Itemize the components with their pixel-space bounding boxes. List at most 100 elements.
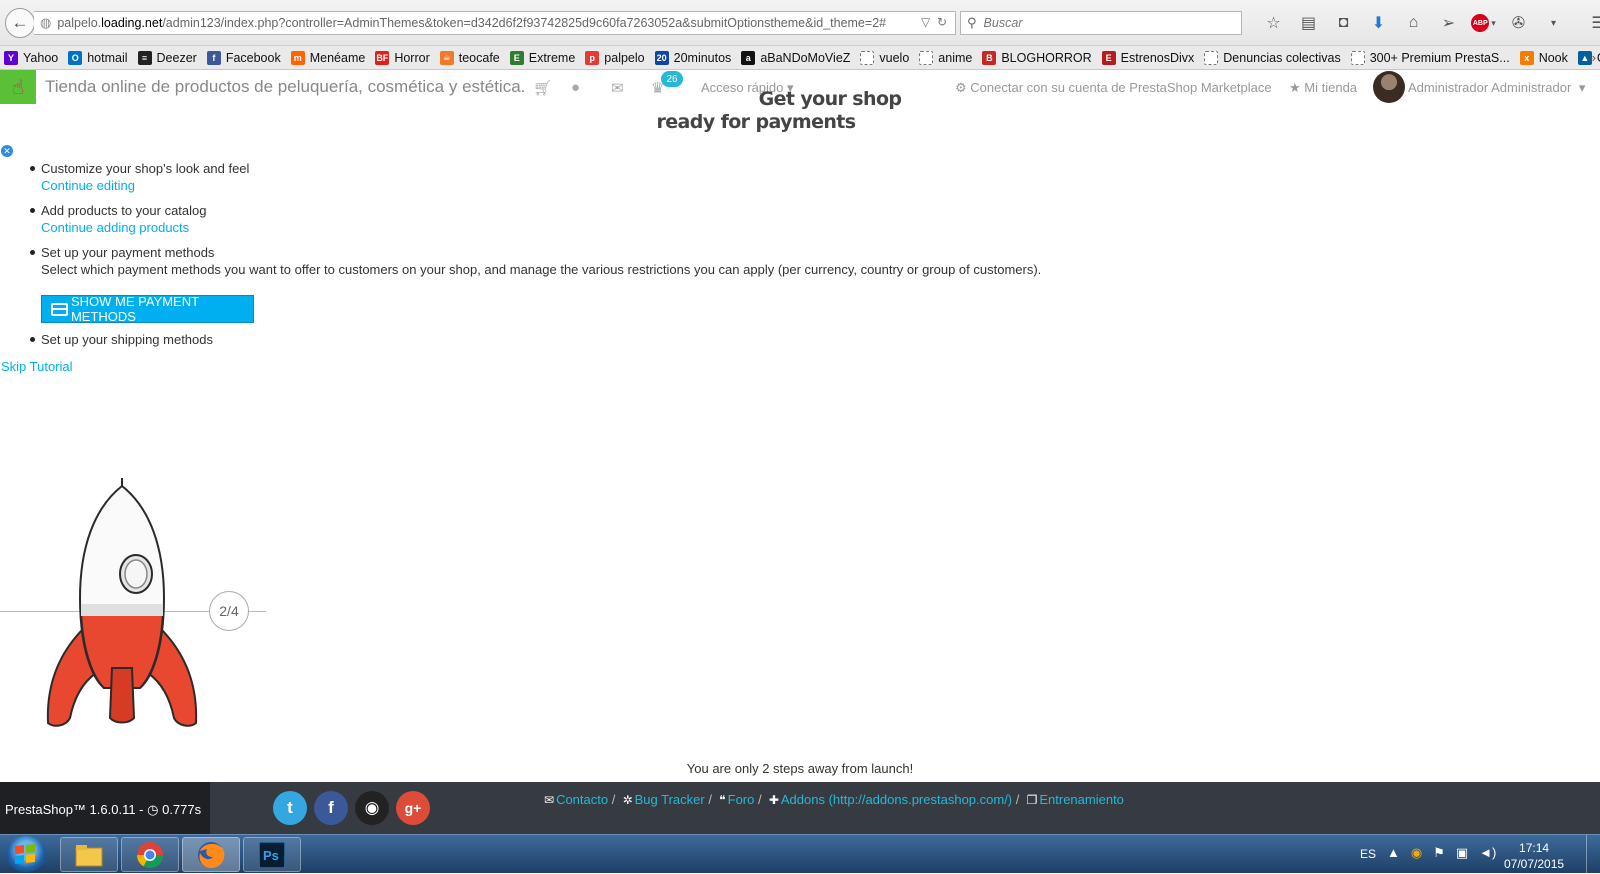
bookmark-label: 20minutos [673, 50, 732, 65]
back-button[interactable]: ← [5, 8, 35, 38]
bug-tracker-link[interactable]: Bug Tracker [635, 792, 705, 807]
outlook-icon: O [68, 50, 83, 65]
bookmark-item[interactable]: 300+ Premium PrestaS... [1350, 50, 1510, 65]
chrome-taskbar-button[interactable] [121, 837, 179, 872]
step-item: Customize your shop's look and feel Cont… [30, 160, 1130, 194]
windows-taskbar: Ps ES ▲ ◉ ⚑ ▣ ◄) 17:14 07/07/2015 [0, 834, 1600, 874]
chrome-icon [136, 841, 164, 868]
page-icon [919, 50, 934, 65]
bookmarks-bar: Y Yahoo Ohotmail ≡ Deezer f Facebook m Menéame BF… [0, 46, 1600, 70]
bookmark-item[interactable]: m Menéame [290, 50, 366, 65]
step-item: Set up your shipping methods [30, 331, 1130, 348]
show-desktop-button[interactable] [1586, 835, 1600, 874]
system-clock[interactable]: 17:14 07/07/2015 [1504, 840, 1564, 872]
caret-down-icon: ▾ [1578, 80, 1586, 95]
adblock-icon[interactable]: ABP ▾ [1466, 12, 1501, 34]
explorer-taskbar-button[interactable] [60, 837, 118, 872]
deezer-icon: ≡ [137, 50, 152, 65]
url-host: loading.net [101, 16, 163, 30]
title-line-2: ready for payments [656, 111, 856, 133]
close-icon[interactable]: ✕ [1, 145, 13, 157]
photoshop-taskbar-button[interactable]: Ps [243, 837, 301, 872]
addons-link[interactable]: Addons (http://addons.prestashop.com/) [781, 792, 1012, 807]
bookmarks-overflow-icon[interactable]: » [1589, 50, 1596, 65]
download-icon[interactable]: ⬇ [1361, 12, 1396, 34]
bookmark-item[interactable]: ≡ Deezer [137, 50, 197, 65]
bookmark-item[interactable]: f Facebook [206, 50, 281, 65]
avatar[interactable] [1373, 71, 1405, 103]
cart-icon[interactable]: 🛒︎ [533, 79, 552, 97]
reading-list-icon[interactable]: ▤ [1291, 12, 1326, 34]
onboarding-title: Get your shop ready for payments [656, 88, 940, 134]
credit-card-icon [51, 302, 68, 316]
bookmark-item[interactable]: a aBaNDoMoVieZ [741, 50, 851, 65]
my-shop-link[interactable]: ★ Mi tienda [1289, 80, 1357, 96]
button-label: SHOW ME PAYMENT METHODS [70, 294, 199, 324]
action-center-flag-icon[interactable]: ⚑ [1433, 845, 1445, 861]
bookmark-item[interactable]: anime [919, 50, 972, 65]
menu-icon[interactable]: ☰ [1581, 12, 1600, 34]
github-icon[interactable]: ◉ [355, 791, 389, 825]
firefox-taskbar-button[interactable] [182, 837, 240, 872]
admin-footer: PrestaShop™ 1.6.0.11 - ◷ 0.777s t f ◉ g+… [0, 782, 1600, 834]
url-path: /admin123/index.php?controller=AdminThem… [162, 16, 887, 30]
network-icon[interactable]: ▣ [1456, 845, 1468, 861]
bookmark-label: Deezer [156, 50, 197, 65]
skip-tutorial-link[interactable]: Skip Tutorial [1, 359, 73, 374]
user-icon[interactable]: ● [571, 79, 580, 96]
marketplace-link[interactable]: ⚙ Conectar con su cuenta de PrestaShop M… [955, 80, 1272, 96]
step-title: Set up your payment methods [41, 245, 215, 260]
step-title: Customize your shop's look and feel [41, 161, 250, 176]
rocket-icon [46, 478, 198, 727]
home-icon[interactable]: ⌂ [1396, 12, 1431, 34]
bookmark-item[interactable]: x Nook [1519, 50, 1568, 65]
onboarding-steps: Customize your shop's look and feel Cont… [30, 160, 1130, 348]
bookmark-item[interactable]: vuelo [860, 50, 909, 65]
pocket-icon[interactable]: ◘ [1326, 12, 1361, 34]
extension-icon[interactable]: ✇ [1501, 12, 1536, 34]
dropdown-history-icon[interactable]: ▽ [921, 15, 930, 29]
avast-icon[interactable]: ◉ [1411, 845, 1422, 861]
forum-link[interactable]: Foro [728, 792, 755, 807]
bookmark-label: Extreme [528, 50, 576, 65]
language-indicator[interactable]: ES [1360, 847, 1376, 861]
step-title: Set up your shipping methods [41, 332, 213, 347]
continue-editing-link[interactable]: Continue editing [41, 177, 135, 194]
20minutos-icon: 20 [654, 50, 669, 65]
step-description: Select which payment methods you want to… [41, 262, 1042, 277]
url-bar[interactable]: ◍ palpelo. loading.net/admin123/index.php… [34, 11, 956, 35]
overflow-dropdown-icon[interactable]: ▾ [1536, 12, 1571, 34]
employee-dropdown[interactable]: Administrador Administrador ▾ [1408, 80, 1585, 96]
bookmark-item[interactable]: Y Yahoo [4, 50, 59, 65]
bookmark-label: Yahoo [23, 50, 59, 65]
shop-name[interactable]: Tienda online de productos de peluquería… [45, 77, 525, 97]
send-icon[interactable]: ➢ [1431, 12, 1466, 34]
envelope-icon[interactable]: ✉ [611, 79, 624, 97]
bookmark-item[interactable]: E EstrenosDivx [1101, 50, 1194, 65]
volume-icon[interactable]: ◄) [1479, 845, 1496, 861]
twitter-icon[interactable]: t [273, 791, 307, 825]
continue-adding-products-link[interactable]: Continue adding products [41, 219, 189, 236]
prestashop-logo[interactable]: ☝ [0, 70, 36, 104]
bookmark-label: Menéame [309, 50, 366, 65]
bookmark-item[interactable]: 20 20minutos [654, 50, 732, 65]
bookmark-item[interactable]: Ohotmail [68, 50, 128, 65]
show-payment-methods-button[interactable]: SHOW ME PAYMENT METHODS [41, 294, 254, 324]
tray-expand-icon[interactable]: ▲ [1387, 845, 1400, 861]
bookmark-item[interactable]: Denuncias colectivas [1204, 50, 1341, 65]
bookmark-item[interactable]: B BLOGHORROR [982, 50, 1092, 65]
bookmark-label: 300+ Premium PrestaS... [1369, 50, 1510, 65]
browser-search-input[interactable]: ⚲ Buscar [960, 11, 1242, 35]
bookmark-item[interactable]: BF Horror [375, 50, 430, 65]
bookmark-item[interactable]: E Extreme [509, 50, 576, 65]
bookmark-item[interactable]: p palpelo [585, 50, 645, 65]
bookmark-label: aBaNDoMoVieZ [760, 50, 851, 65]
facebook-icon[interactable]: f [314, 791, 348, 825]
bookmark-item[interactable]: ☕ teocafe [439, 50, 500, 65]
globe-icon: ◍ [40, 15, 52, 30]
google-plus-icon[interactable]: g+ [396, 791, 430, 825]
training-link[interactable]: Entrenamiento [1039, 792, 1124, 807]
reload-icon[interactable]: ↻ [937, 15, 947, 29]
contact-link[interactable]: Contacto [556, 792, 608, 807]
bookmark-star-icon[interactable]: ☆ [1256, 12, 1291, 34]
